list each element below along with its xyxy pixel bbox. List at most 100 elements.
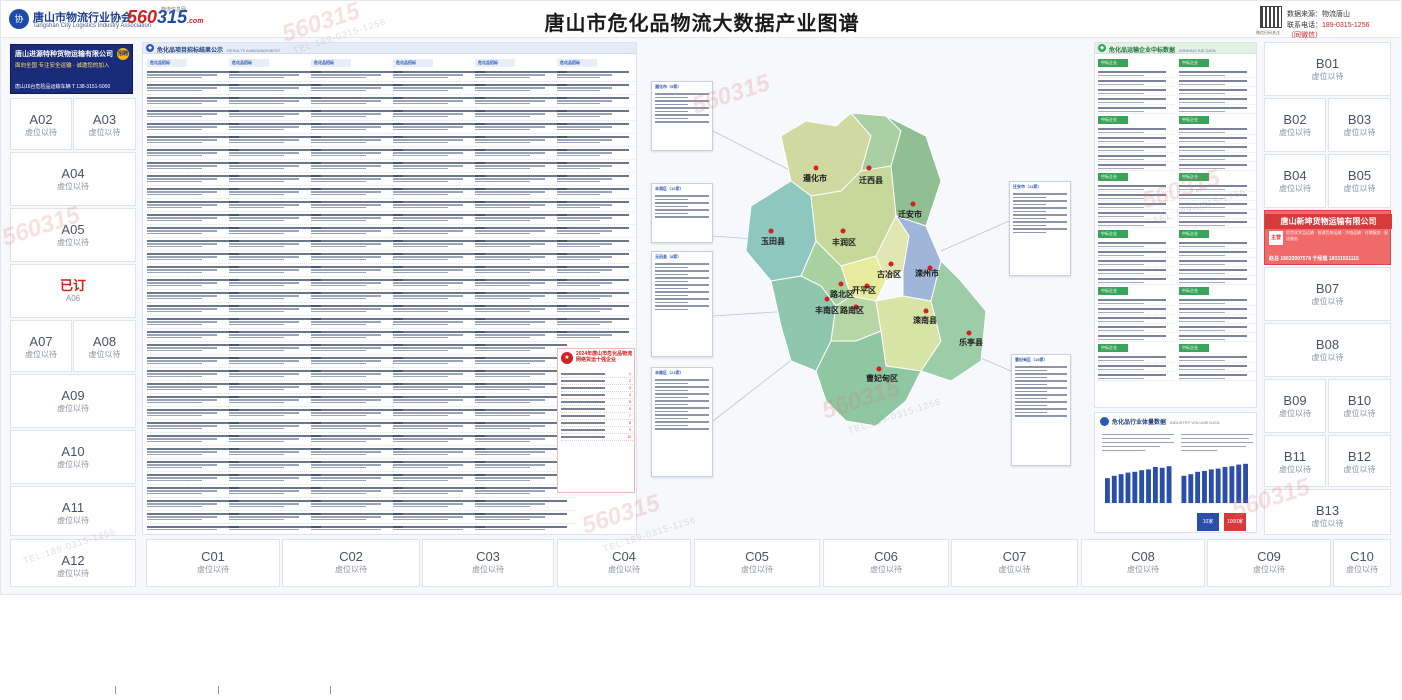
qr-code-label: 微信扫码关注: [1256, 30, 1280, 35]
winning-column-1: 中标企业 中标企业 中标企业 中标企业 中标企业 中标企业: [1098, 57, 1174, 403]
winning-group-tag: 中标企业: [1098, 230, 1128, 238]
contact-phone[interactable]: 189-0315-1256: [1322, 22, 1370, 29]
slot-status: 虚位以待: [1343, 465, 1376, 474]
data-source: 数据来源：物流唐山: [1287, 11, 1350, 18]
callout-zunhua[interactable]: 遵化市（9家）: [651, 81, 713, 151]
ad-slot-b04[interactable]: B04 虚位以待: [1264, 154, 1326, 208]
ad-slot-b03[interactable]: B03 虚位以待: [1328, 98, 1391, 152]
ad-banner-jinyuan[interactable]: 唐山进源特种货物运输有限公司 面向全国 专注安全运输 · 诚邀您的加入 唐山16…: [10, 44, 133, 94]
callout-fengrun[interactable]: 丰润区（12家）: [651, 183, 713, 243]
ad-slot-b01[interactable]: B01 虚位以待: [1264, 42, 1391, 96]
result-entry: [557, 160, 635, 173]
callout-qianan[interactable]: 迁安市（11家）: [1009, 181, 1071, 276]
ad-slot-a11[interactable]: A11 虚位以待: [10, 486, 136, 536]
ad-slot-a10[interactable]: A10 虚位以待: [10, 430, 136, 484]
winning-entry: [1179, 249, 1255, 258]
label-caofeidian: 曹妃甸区: [866, 373, 898, 383]
winning-column-2: 中标企业 中标企业 中标企业 中标企业 中标企业 中标企业: [1179, 57, 1255, 403]
winning-entry: [1098, 333, 1174, 342]
winning-group-tag: 中标企业: [1098, 59, 1128, 67]
chart-bar: [1243, 463, 1248, 503]
slot-status: 虚位以待: [741, 565, 773, 574]
ad-slot-c08[interactable]: C08 虚位以待: [1081, 539, 1205, 587]
winning-entry: [1179, 201, 1255, 210]
qr-code-icon[interactable]: [1260, 6, 1282, 28]
ad-slot-b02[interactable]: B02 虚位以待: [1264, 98, 1326, 152]
ad-slot-a03[interactable]: A03 虚位以待: [73, 98, 136, 150]
ad-slot-c05[interactable]: C05 虚位以待: [694, 539, 820, 587]
chart-bar: [1152, 467, 1158, 503]
ad-banner-xinkun[interactable]: 唐山新坤货物运输有限公司 主营 危险化学品运输 · 普通货物运输 · 冷链运输 …: [1264, 210, 1392, 265]
ad-slot-a07[interactable]: A07 虚位以待: [10, 320, 72, 372]
callout-caofeidian[interactable]: 曹妃甸区（15家）: [1011, 354, 1071, 466]
ad-slot-c04[interactable]: C04 虚位以待: [557, 539, 691, 587]
ad-slot-c10[interactable]: C10 虚位以待: [1333, 539, 1391, 587]
slot-code: B03: [1347, 112, 1372, 127]
winning-entry: [1098, 183, 1174, 192]
winning-bid-panel: ◆ 危化品运输企业中标数据 WINNING BID DATA 中标企业 中标企业 中标…: [1094, 42, 1257, 408]
ad-slot-b08[interactable]: B08 虚位以待: [1264, 323, 1391, 377]
slot-code: C10: [1350, 549, 1374, 564]
chart-bar: [1208, 469, 1214, 503]
callout-fengnan[interactable]: 丰南区（21家）: [651, 367, 713, 477]
ad-slot-b05[interactable]: B05 虚位以待: [1328, 154, 1391, 208]
ad-slot-c01[interactable]: C01 虚位以待: [146, 539, 280, 587]
slot-status: 虚位以待: [57, 516, 89, 525]
result-entry: [475, 511, 575, 524]
ad-slot-a09[interactable]: A09 虚位以待: [10, 374, 136, 428]
trophy-icon: ★: [561, 352, 573, 364]
slot-code: B04: [1283, 168, 1307, 183]
ad-slot-b10[interactable]: B10 虚位以待: [1328, 379, 1391, 433]
winning-group-tag: 中标企业: [1179, 230, 1209, 238]
slot-code: C03: [476, 549, 500, 564]
top-ten-awards-list: ★ 2024年唐山市危化品物流 网络货运十强企业 1 2 3 4 5 6 7 8…: [557, 348, 635, 493]
crop-mark: [330, 686, 331, 694]
callout-title: 遵化市（9家）: [655, 84, 682, 89]
ad-slot-c07[interactable]: C07 虚位以待: [951, 539, 1078, 587]
ad-left-slogan: 面向全国 专注安全运输 · 诚邀您的加入: [15, 63, 110, 69]
ad-slot-c09[interactable]: C09 虚位以待: [1207, 539, 1331, 587]
slot-status: 虚位以待: [1253, 565, 1285, 574]
slot-status: 虚位以待: [88, 350, 121, 359]
winning-entry: [1179, 87, 1255, 96]
chart-bar: [1195, 471, 1201, 503]
ad-slot-a12[interactable]: A12 虚位以待: [10, 539, 136, 587]
ad-slot-b07[interactable]: B07 虚位以待: [1264, 267, 1391, 321]
winning-entry: [1098, 372, 1174, 381]
slot-code: B12: [1347, 449, 1372, 464]
ad-slot-b12[interactable]: B12 虚位以待: [1328, 435, 1391, 487]
ad-slot-c06[interactable]: C06 虚位以待: [823, 539, 949, 587]
winning-entry: [1179, 153, 1255, 162]
ad-slot-a04[interactable]: A04 虚位以待: [10, 152, 136, 206]
slot-code: A05: [61, 222, 85, 237]
ad-slot-a06[interactable]: 已订 A06: [10, 264, 136, 318]
crop-mark: [115, 686, 116, 694]
slot-code: C04: [612, 549, 636, 564]
ad-slot-b11[interactable]: B11 虚位以待: [1264, 435, 1326, 487]
ad-slot-a02[interactable]: A02 虚位以待: [10, 98, 72, 150]
label-lunan: 路南区: [840, 305, 864, 315]
callout-title: 丰南区（21家）: [655, 370, 684, 375]
slot-status: 虚位以待: [608, 565, 640, 574]
ad-right-phone[interactable]: 赵总 18633997578 于经理 18031551115: [1269, 255, 1359, 262]
ad-slot-a08[interactable]: A08 虚位以待: [73, 320, 136, 372]
label-luanzhou: 滦州市: [915, 268, 939, 278]
winning-entry: [1179, 297, 1255, 306]
ad-slot-a05[interactable]: A05 虚位以待: [10, 208, 136, 262]
slot-status: 虚位以待: [57, 238, 89, 247]
winning-entry: [1179, 126, 1255, 135]
page-title: 唐山市危化品物流大数据产业图谱: [544, 13, 860, 35]
ad-slot-b13[interactable]: B13 虚位以待: [1264, 489, 1391, 535]
callout-yutian[interactable]: 玉田县（8家）: [651, 251, 713, 357]
label-luannan: 滦南县: [913, 315, 937, 325]
ad-slot-b09[interactable]: B09 虚位以待: [1264, 379, 1326, 433]
slot-code: A07: [29, 334, 53, 349]
ad-slot-c03[interactable]: C03 虚位以待: [422, 539, 554, 587]
ad-slot-c02[interactable]: C02 虚位以待: [282, 539, 420, 587]
winning-entry: [1179, 324, 1255, 333]
chart-bar: [1215, 468, 1221, 503]
slot-code: B08: [1315, 337, 1340, 352]
award-row: 7: [561, 413, 633, 420]
slot-code: B05: [1347, 168, 1372, 183]
award-row: 2: [561, 378, 633, 385]
